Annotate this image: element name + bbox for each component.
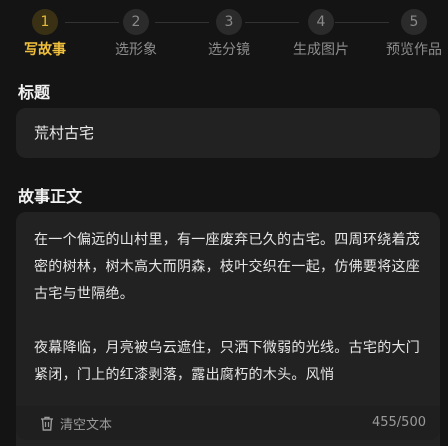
step-preview-work[interactable]: 5 预览作品 xyxy=(369,9,448,59)
progress-stepper: 1 写故事 2 选形象 3 选分镜 4 生成图片 5 预览作品 xyxy=(0,0,448,64)
step-label: 选分镜 xyxy=(208,42,250,58)
step-generate-images[interactable]: 4 生成图片 xyxy=(276,9,366,59)
step-number: 5 xyxy=(401,9,427,35)
step-number: 2 xyxy=(123,9,149,35)
step-choose-character[interactable]: 2 选形象 xyxy=(91,9,181,59)
step-number: 1 xyxy=(32,9,58,35)
story-body-heading: 故事正文 xyxy=(18,187,83,206)
clear-text-label: 清空文本 xyxy=(60,418,113,433)
step-number: 3 xyxy=(216,9,242,35)
story-editor-page: 1 写故事 2 选形象 3 选分镜 4 生成图片 5 预览作品 标题 荒村古宅 … xyxy=(0,0,448,446)
step-label: 生成图片 xyxy=(293,42,349,58)
title-field[interactable]: 荒村古宅 xyxy=(16,108,440,158)
story-paragraph: 夜幕降临，月亮被乌云遮住，只洒下微弱的光线。古宅的大门紧闭，门上的红漆剥落，露出… xyxy=(34,340,421,383)
step-write-story[interactable]: 1 写故事 xyxy=(0,9,90,59)
textarea-footer: 清空文本 455/500 xyxy=(16,406,440,440)
step-label: 预览作品 xyxy=(386,42,442,58)
step-label: 选形象 xyxy=(115,42,157,58)
step-label: 写故事 xyxy=(24,42,66,58)
clear-text-button[interactable]: 清空文本 xyxy=(40,414,112,433)
step-choose-storyboard[interactable]: 3 选分镜 xyxy=(184,9,274,59)
trash-icon xyxy=(40,416,54,431)
title-heading: 标题 xyxy=(18,83,51,102)
character-counter: 455/500 xyxy=(371,415,426,430)
story-paragraph: 在一个偏远的山村里，有一座废弃已久的古宅。四周环绕着茂密的树林，树木高大而阴森，… xyxy=(34,232,421,302)
step-number: 4 xyxy=(308,9,334,35)
